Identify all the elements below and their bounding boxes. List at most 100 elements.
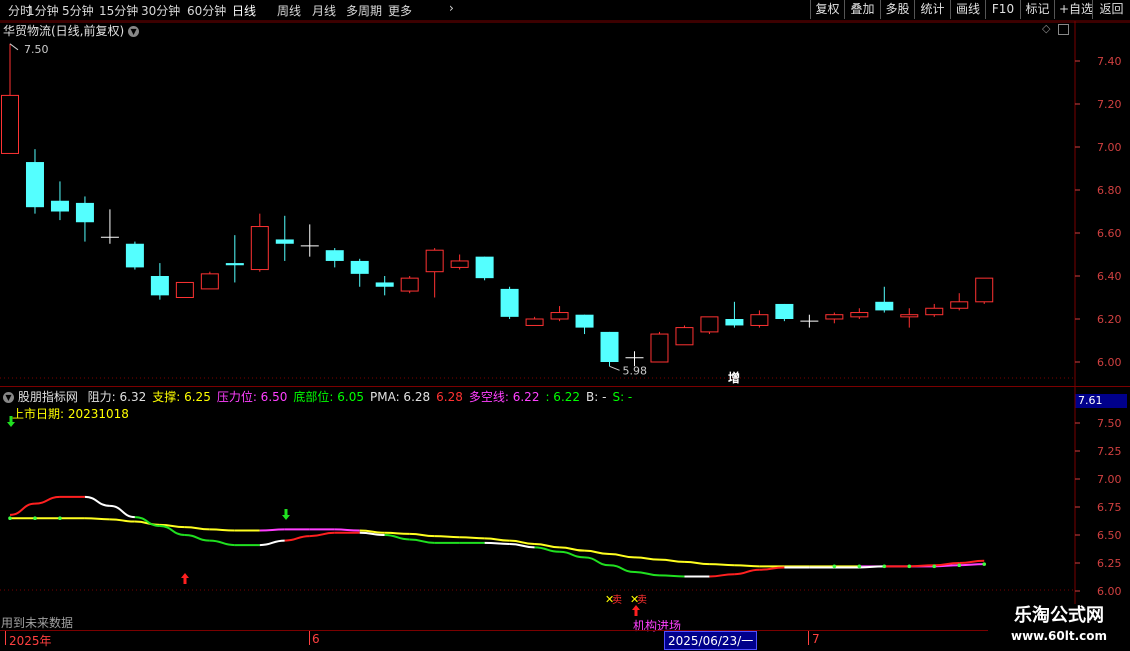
watermark: 乐淘公式网 www.60lt.com xyxy=(988,604,1130,650)
ma-line-segment xyxy=(109,518,135,523)
candle-body xyxy=(125,243,144,268)
candle-body xyxy=(850,312,869,318)
candle-body xyxy=(525,318,544,326)
high-marker-line xyxy=(9,43,19,51)
mark-button[interactable]: 标记 xyxy=(1020,0,1054,19)
indicator-tick-label: 6.00 xyxy=(1097,585,1122,598)
ma-dot xyxy=(907,564,912,569)
chevron-right-icon[interactable]: › xyxy=(449,1,454,15)
candle-body xyxy=(50,200,69,212)
tab-more[interactable]: 更多 xyxy=(388,2,412,19)
stats-button[interactable]: 统计 xyxy=(914,0,950,19)
ma-line-segment xyxy=(84,517,110,521)
indicator-tick-label: 6.25 xyxy=(1097,557,1122,570)
ma-line-segment xyxy=(434,535,460,539)
pma-line-segment xyxy=(584,556,610,567)
pma-line-segment xyxy=(559,550,585,559)
ma-line-segment xyxy=(709,563,735,567)
ma-line-segment xyxy=(184,526,210,531)
tab-15min[interactable]: 15分钟 xyxy=(99,2,138,19)
draw-line-button[interactable]: 画线 xyxy=(950,0,985,19)
future-data-note: 用到未来数据 xyxy=(1,616,74,630)
time-label-month-7: 7 xyxy=(812,632,820,646)
candle-body xyxy=(900,314,919,318)
time-tick xyxy=(808,631,809,645)
tab-monthly[interactable]: 月线 xyxy=(312,2,336,19)
ma-line-segment xyxy=(584,549,610,556)
ma-dot xyxy=(857,564,862,569)
f10-button[interactable]: F10 xyxy=(985,0,1020,19)
ma-line-segment xyxy=(609,553,635,559)
ma-line-segment xyxy=(259,528,285,532)
indicator-tick-label: 6.75 xyxy=(1097,501,1122,514)
back-button[interactable]: 返回 xyxy=(1092,0,1130,19)
price-tick-label: 6.20 xyxy=(1097,313,1122,326)
candle-body xyxy=(925,307,944,316)
multi-stock-button[interactable]: 多股 xyxy=(880,0,914,19)
price-tick-label: 7.40 xyxy=(1097,55,1122,68)
pma-line-segment xyxy=(209,539,235,547)
tab-weekly[interactable]: 周线 xyxy=(277,2,301,19)
sell-mark-label: 卖 xyxy=(612,594,622,606)
tab-5min[interactable]: 5分钟 xyxy=(62,2,94,19)
ma-line-segment xyxy=(459,536,485,540)
tab-1min[interactable]: 1分钟 xyxy=(27,2,59,19)
pma-line-segment xyxy=(659,574,685,578)
indicator-tick-label: 7.25 xyxy=(1097,445,1122,458)
candle-body xyxy=(1,94,19,154)
watermark-title: 乐淘公式网 xyxy=(1014,605,1104,626)
ma-line-segment xyxy=(634,556,660,561)
ma-dot xyxy=(832,564,837,569)
red-up-arrow-icon xyxy=(181,573,189,584)
price-tick-label: 7.20 xyxy=(1097,98,1122,111)
tab-multi-period[interactable]: 多周期 xyxy=(346,2,382,19)
pma-line-segment xyxy=(309,531,335,538)
pma-line-segment xyxy=(284,535,310,542)
indicator-tick-label: 7.00 xyxy=(1097,473,1122,486)
pma-line-segment xyxy=(609,564,635,573)
pma-line-segment xyxy=(959,559,985,564)
ma-line-segment xyxy=(484,537,510,542)
ma-line-segment xyxy=(559,546,585,552)
ma-dot xyxy=(8,516,12,520)
pma-line-segment xyxy=(734,568,760,576)
candle-body xyxy=(225,263,244,266)
add-favorite-button[interactable]: +自选 xyxy=(1054,0,1093,19)
ma-line-segment xyxy=(684,560,710,566)
watermark-url: www.60lt.com xyxy=(1010,629,1108,643)
ma-dot xyxy=(932,564,937,569)
green-down-arrow-icon xyxy=(7,416,15,427)
ma-line-segment xyxy=(734,564,760,568)
tab-60min[interactable]: 60分钟 xyxy=(187,2,226,19)
time-tick xyxy=(309,631,310,645)
candle-body xyxy=(825,314,844,320)
time-tick xyxy=(5,631,6,645)
indicator-tick-label: 7.50 xyxy=(1097,417,1122,430)
candle-body xyxy=(450,260,469,268)
ma-line-segment xyxy=(334,528,360,532)
pma-line-segment xyxy=(634,570,660,577)
ma-dot xyxy=(33,516,37,520)
candle-body xyxy=(150,276,169,296)
ma-line-segment xyxy=(384,531,410,535)
candle-body xyxy=(750,314,769,326)
tab-daily[interactable]: 日线 xyxy=(232,2,256,19)
candle-body xyxy=(700,316,719,333)
fuquan-button[interactable]: 复权 xyxy=(810,0,844,19)
tab-30min[interactable]: 30分钟 xyxy=(141,2,180,19)
top-toolbar: 分时 1分钟 5分钟 15分钟 30分钟 60分钟 日线 周线 月线 多周期 更多 › 复权 叠加 多股统… xyxy=(0,0,1130,21)
pma-line-segment xyxy=(759,566,785,571)
candle-body xyxy=(325,250,344,261)
red-up-arrow-icon xyxy=(632,605,640,616)
candlestick-chart: 7.40 7.20 7.00 6.80 6.60 6.40 6.20 6.00 7.50 5.98… xyxy=(0,21,1130,386)
overlay-button[interactable]: 叠加 xyxy=(844,0,880,19)
pma-line-segment xyxy=(909,564,935,568)
ma-line-segment xyxy=(959,563,985,567)
candle-body xyxy=(600,331,619,362)
pma-line-segment xyxy=(84,495,110,507)
ma-dot xyxy=(982,562,987,566)
green-down-arrow-icon xyxy=(282,509,290,520)
candle-body xyxy=(500,288,519,317)
ma-line-segment xyxy=(659,558,685,563)
price-tick-label: 7.00 xyxy=(1097,141,1122,154)
